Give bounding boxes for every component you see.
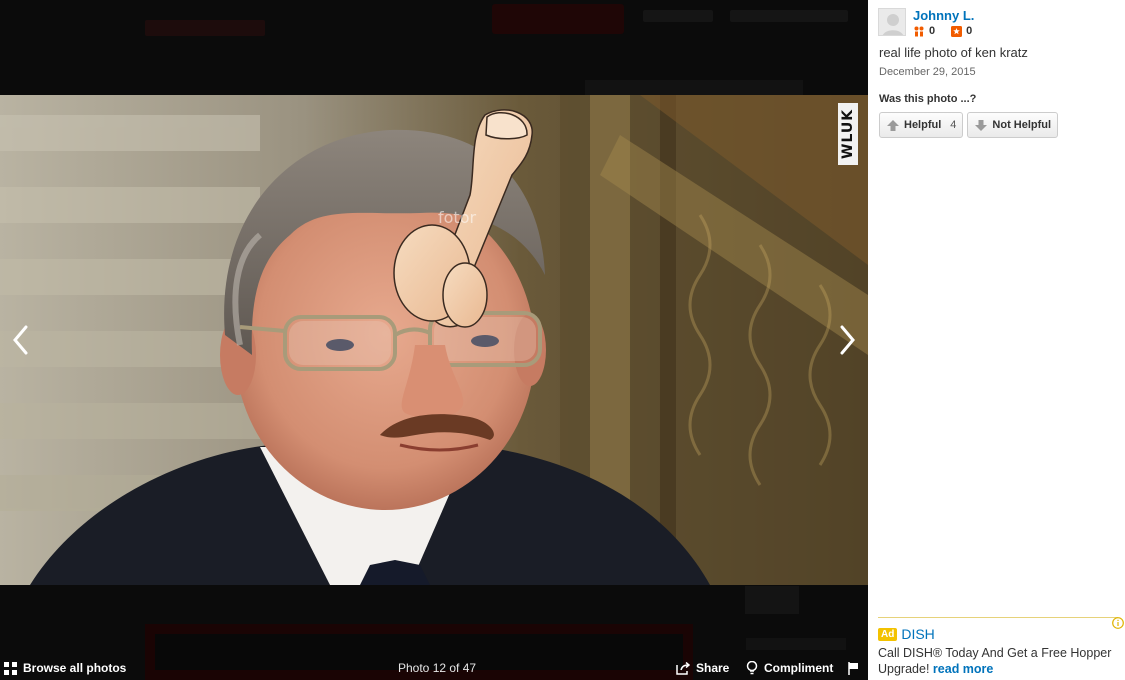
- helpful-count: 4: [950, 119, 957, 131]
- friends-icon: [914, 26, 924, 36]
- share-icon: [676, 661, 690, 675]
- not-helpful-button[interactable]: Not Helpful: [967, 112, 1059, 138]
- previous-photo-button[interactable]: [0, 318, 40, 362]
- uploader-name-link[interactable]: Johnny L.: [913, 8, 974, 23]
- friends-count: 0: [929, 25, 936, 37]
- channel-watermark: WLUK: [838, 103, 858, 165]
- background-block: [585, 80, 803, 96]
- user-stats: 0 0: [913, 25, 974, 37]
- info-icon[interactable]: [1112, 617, 1124, 629]
- helpful-label: Helpful: [904, 119, 942, 131]
- chevron-right-icon: [840, 325, 855, 355]
- background-cta-button: [492, 4, 624, 34]
- reviews-star-icon: [951, 25, 963, 37]
- lightbox-photo: fotor WLUK: [0, 95, 868, 585]
- background-link: [730, 10, 848, 22]
- background-text: [746, 638, 846, 650]
- background-link: [643, 10, 713, 22]
- report-photo-button[interactable]: [848, 661, 859, 675]
- helpfulness-question: Was this photo ...?: [879, 93, 977, 105]
- grid-icon: [4, 661, 17, 675]
- photo-counter: Photo 12 of 47: [398, 661, 477, 675]
- sponsored-ad: Ad DISH Call DISH® Today And Get a Free …: [878, 617, 1124, 677]
- compliment-label: Compliment: [764, 661, 834, 675]
- photo-date: December 29, 2015: [879, 66, 976, 78]
- ad-brand-link[interactable]: DISH: [901, 626, 934, 642]
- background-block: [745, 586, 799, 614]
- helpfulness-votes: Helpful 4 Not Helpful: [879, 112, 1059, 138]
- photo-details-sidebar: Johnny L. 0 0 real life photo of ken kra…: [868, 0, 1125, 680]
- uploader-info: Johnny L. 0 0: [878, 8, 974, 37]
- photo-image: fotor: [0, 95, 868, 585]
- helpful-button[interactable]: Helpful 4: [879, 112, 964, 138]
- flag-icon: [848, 661, 858, 675]
- browse-all-photos-button[interactable]: Browse all photos: [4, 661, 126, 675]
- photo-caption: real life photo of ken kratz: [879, 45, 1028, 60]
- lightbulb-icon: [746, 661, 758, 675]
- read-more-link[interactable]: read more: [933, 662, 993, 676]
- chevron-left-icon: [13, 325, 28, 355]
- avatar[interactable]: [878, 8, 906, 36]
- share-label: Share: [696, 661, 730, 675]
- ad-text: Call DISH® Today And Get a Free Hopper U…: [878, 646, 1112, 676]
- default-user-icon: [879, 9, 905, 35]
- ad-badge: Ad: [878, 627, 898, 641]
- arrow-up-icon: [887, 119, 899, 131]
- not-helpful-label: Not Helpful: [992, 119, 1052, 131]
- share-button[interactable]: Share: [676, 661, 729, 675]
- background-rating-stars: [145, 20, 265, 36]
- browse-all-photos-label: Browse all photos: [23, 661, 127, 675]
- ad-copy: Call DISH® Today And Get a Free Hopper U…: [878, 645, 1118, 677]
- svg-text:fotor: fotor: [438, 208, 476, 227]
- lightbox-toolbar: Browse all photos Photo 12 of 47 Share C…: [0, 656, 868, 680]
- next-photo-button[interactable]: [828, 318, 868, 362]
- reviews-count: 0: [966, 25, 973, 37]
- compliment-button[interactable]: Compliment: [746, 661, 833, 675]
- arrow-down-icon: [975, 119, 988, 131]
